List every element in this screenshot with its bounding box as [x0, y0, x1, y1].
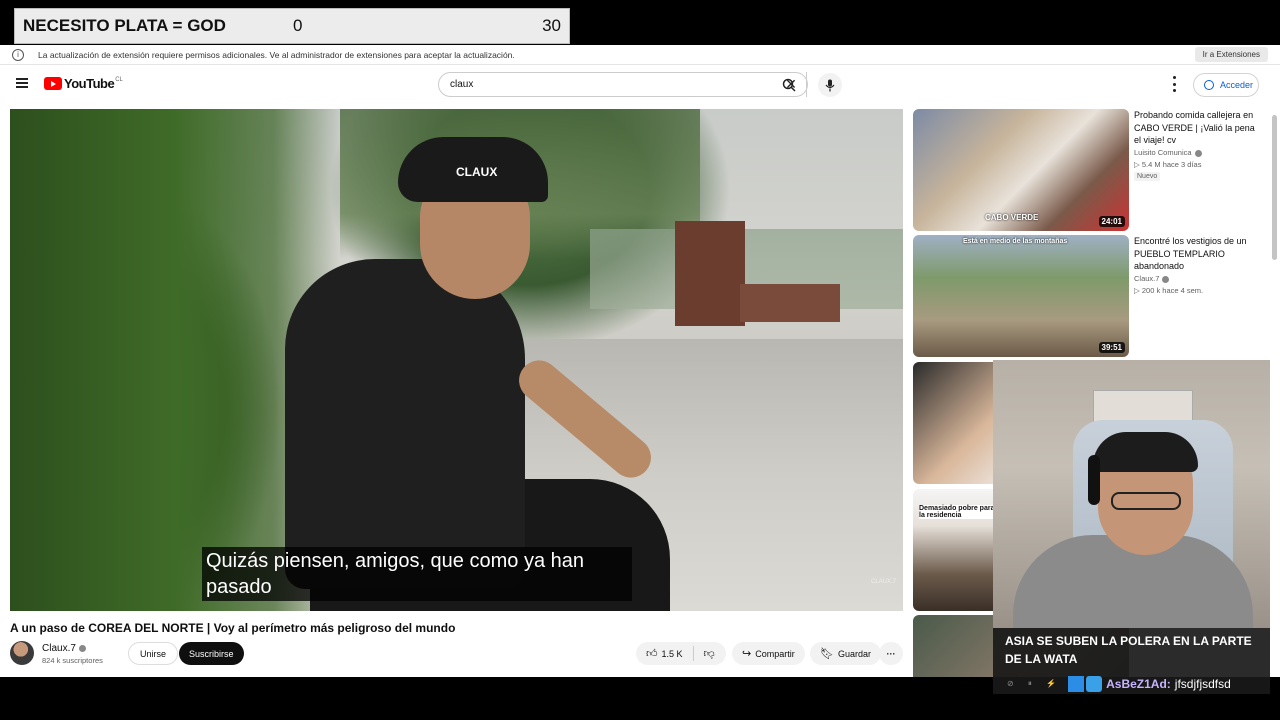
share-button[interactable]: ↪ Compartir: [732, 642, 805, 665]
logo-text: YouTube: [64, 76, 115, 91]
video-watermark: CLAUX.7: [871, 579, 897, 585]
channel-name[interactable]: Claux.7: [42, 643, 86, 654]
video-player[interactable]: CLAUX Quizás piensen, amigos, que como y…: [10, 109, 903, 611]
video-frame-person-shirt: [285, 259, 525, 589]
user-icon: [1204, 80, 1214, 90]
video-title: A un paso de COREA DEL NORTE | Voy al pe…: [10, 621, 456, 635]
youtube-logo[interactable]: YouTube CL: [44, 76, 123, 91]
dislike-icon[interactable]: 👎︎: [704, 647, 715, 660]
chat-username: AsBeZ1Ad:: [1106, 677, 1171, 691]
video-caption: Quizás piensen, amigos, que como ya han …: [202, 547, 632, 601]
chat-badge-icon: [1068, 676, 1085, 692]
search-box[interactable]: claux ✕: [438, 72, 808, 97]
menu-icon[interactable]: [16, 78, 28, 88]
extension-infobar: i La actualización de extensión requiere…: [0, 45, 1280, 65]
recommendation-channel[interactable]: Luisito Comunica: [1134, 148, 1202, 157]
extension-message: La actualización de extensión requiere p…: [38, 49, 515, 60]
search-button[interactable]: [778, 72, 800, 97]
thumbnail-text: Está en medio de las montañas: [963, 238, 1068, 245]
more-icon: ···: [886, 648, 896, 659]
webcam-glasses: [1111, 492, 1181, 510]
recommendation-thumbnail[interactable]: CABO VERDE 24:01: [913, 109, 1129, 231]
verified-icon: [1194, 149, 1202, 157]
recommendation-thumbnail[interactable]: Está en medio de las montañas 39:51: [913, 235, 1129, 357]
settings-menu-icon[interactable]: [1170, 76, 1178, 92]
recommendation-meta: ▷ 200 k hace 4 sem.: [1134, 286, 1204, 295]
voice-search-button[interactable]: [818, 73, 842, 97]
video-frame-person-cap: CLAUX: [398, 137, 548, 202]
video-frame-wall: [740, 284, 840, 322]
goal-current: 0: [293, 16, 303, 35]
duration-badge: 24:01: [1098, 216, 1125, 227]
country-code: CL: [115, 76, 123, 83]
recommendation-item[interactable]: Está en medio de las montañas 39:51 Enco…: [913, 235, 1268, 357]
webcam-headset: [1088, 455, 1100, 505]
chat-text: jfsdjfjsdfsd: [1174, 677, 1231, 691]
verified-icon: [78, 644, 86, 652]
subscribe-button[interactable]: Suscribirse: [179, 642, 244, 665]
join-button[interactable]: Unirse: [128, 642, 179, 665]
like-separator: [692, 646, 694, 661]
youtube-play-icon: [44, 77, 62, 90]
duration-badge: 39:51: [1098, 342, 1125, 353]
thumbnail-text: CABO VERDE: [985, 213, 1039, 222]
go-to-extensions-button[interactable]: Ir a Extensiones: [1194, 47, 1268, 62]
like-icon[interactable]: 👍︎: [646, 647, 658, 660]
share-label: Compartir: [755, 648, 795, 659]
save-button[interactable]: 🔖︎ Guardar: [810, 642, 881, 665]
chat-badge-cube-icon: [1086, 676, 1103, 692]
new-badge: Nuevo: [1134, 172, 1161, 181]
more-actions-button[interactable]: ···: [879, 642, 903, 665]
recommendation-channel-text[interactable]: Luisito Comunica: [1134, 148, 1192, 157]
video-owner-row: Claux.7 824 k suscriptores Unirse Suscri…: [10, 641, 903, 667]
subscriber-count: 824 k suscriptores: [42, 656, 103, 665]
search-divider: [806, 72, 807, 97]
video-frame-building: [675, 221, 745, 326]
webcam-person-hair: [1093, 432, 1198, 472]
screen: NECESITO PLATA = GOD 0 30 i La actualiza…: [0, 0, 1280, 720]
recommendation-item[interactable]: CABO VERDE 24:01 Probando comida calleje…: [913, 109, 1268, 231]
goal-target: 30: [542, 16, 561, 35]
share-icon: ↪: [742, 648, 752, 660]
sign-in-button[interactable]: Acceder: [1193, 73, 1259, 97]
sign-in-label: Acceder: [1220, 80, 1254, 90]
info-icon: i: [12, 48, 24, 61]
stream-chat-highlight: ASIA SE SUBEN LA POLERA EN LA PARTE DE L…: [993, 628, 1270, 674]
microphone-icon: [825, 79, 835, 91]
recommendation-channel[interactable]: Claux.7: [1134, 274, 1170, 283]
streamer-webcam: [993, 360, 1270, 628]
recommendation-channel-text[interactable]: Claux.7: [1134, 274, 1159, 283]
channel-name-text[interactable]: Claux.7: [42, 643, 76, 654]
bookmark-icon: 🔖︎: [820, 648, 834, 660]
like-count[interactable]: 1.5 K: [662, 649, 683, 659]
donation-goal-overlay: NECESITO PLATA = GOD 0 30: [14, 8, 570, 44]
cap-logo-text: CLAUX: [456, 165, 498, 179]
verified-icon: [1162, 275, 1170, 283]
page-scrollbar[interactable]: [1272, 115, 1277, 260]
thumbnail-text: Demasiado pobre para la residencia: [919, 505, 995, 519]
search-icon: [782, 78, 796, 92]
search-input[interactable]: claux: [450, 79, 784, 90]
goal-title: NECESITO PLATA = GOD: [23, 16, 226, 35]
channel-avatar[interactable]: [10, 641, 34, 665]
recommendation-title[interactable]: Probando comida callejera en CABO VERDE …: [1134, 109, 1264, 147]
recommendation-meta: ▷ 5.4 M hace 3 días: [1134, 160, 1202, 169]
like-dislike-group: 👍︎ 1.5 K 👎︎: [636, 642, 726, 665]
chat-mod-icons: ⊘ ⏸ ⚡: [1007, 679, 1063, 688]
recommendation-title[interactable]: Encontré los vestigios de un PUEBLO TEMP…: [1134, 235, 1264, 273]
save-label: Guardar: [837, 648, 871, 659]
stream-chat-message: ⊘ ⏸ ⚡ AsBeZ1Ad: jfsdjfjsdfsd: [993, 674, 1270, 694]
